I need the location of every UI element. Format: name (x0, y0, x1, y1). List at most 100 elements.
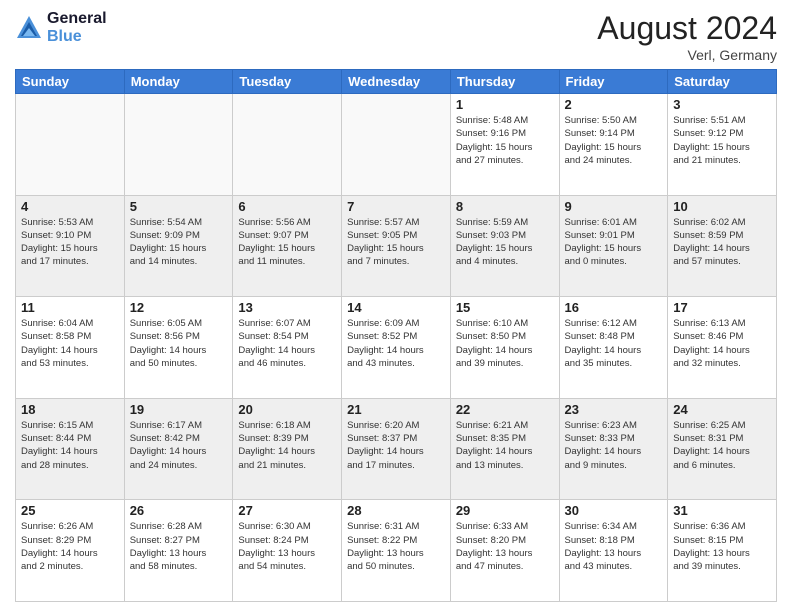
day-number: 20 (238, 402, 336, 417)
day-number: 4 (21, 199, 119, 214)
day-info: Sunrise: 5:54 AM Sunset: 9:09 PM Dayligh… (130, 216, 228, 269)
day-info: Sunrise: 6:31 AM Sunset: 8:22 PM Dayligh… (347, 520, 445, 573)
day-number: 3 (673, 97, 771, 112)
day-info: Sunrise: 5:59 AM Sunset: 9:03 PM Dayligh… (456, 216, 554, 269)
day-info: Sunrise: 6:18 AM Sunset: 8:39 PM Dayligh… (238, 419, 336, 472)
calendar-header-thursday: Thursday (450, 70, 559, 94)
day-info: Sunrise: 5:48 AM Sunset: 9:16 PM Dayligh… (456, 114, 554, 167)
calendar-cell: 10 Sunrise: 6:02 AM Sunset: 8:59 PM Dayli… (668, 195, 777, 297)
day-number: 16 (565, 300, 663, 315)
day-number: 26 (130, 503, 228, 518)
day-number: 30 (565, 503, 663, 518)
day-info: Sunrise: 6:26 AM Sunset: 8:29 PM Dayligh… (21, 520, 119, 573)
calendar-cell: 19 Sunrise: 6:17 AM Sunset: 8:42 PM Dayli… (124, 398, 233, 500)
day-info: Sunrise: 6:15 AM Sunset: 8:44 PM Dayligh… (21, 419, 119, 472)
week-row-3: 11Sunrise: 6:04 AM Sunset: 8:58 PM Dayli… (16, 297, 777, 399)
day-info: Sunrise: 6:13 AM Sunset: 8:46 PM Dayligh… (673, 317, 771, 370)
calendar-cell: 4 Sunrise: 5:53 AM Sunset: 9:10 PM Daylig… (16, 195, 125, 297)
day-info: Sunrise: 6:07 AM Sunset: 8:54 PM Dayligh… (238, 317, 336, 370)
logo: General Blue (15, 10, 107, 45)
calendar-header-monday: Monday (124, 70, 233, 94)
day-info: Sunrise: 6:12 AM Sunset: 8:48 PM Dayligh… (565, 317, 663, 370)
day-number: 6 (238, 199, 336, 214)
day-number: 21 (347, 402, 445, 417)
day-info: Sunrise: 6:05 AM Sunset: 8:56 PM Dayligh… (130, 317, 228, 370)
calendar-header-sunday: Sunday (16, 70, 125, 94)
day-info: Sunrise: 5:50 AM Sunset: 9:14 PM Dayligh… (565, 114, 663, 167)
calendar-cell: 23 Sunrise: 6:23 AM Sunset: 8:33 PM Dayli… (559, 398, 668, 500)
day-number: 12 (130, 300, 228, 315)
day-number: 23 (565, 402, 663, 417)
calendar-header-saturday: Saturday (668, 70, 777, 94)
day-number: 22 (456, 402, 554, 417)
day-number: 13 (238, 300, 336, 315)
month-title: August 2024 (597, 10, 777, 47)
day-info: Sunrise: 6:20 AM Sunset: 8:37 PM Dayligh… (347, 419, 445, 472)
calendar-cell (233, 94, 342, 196)
day-info: Sunrise: 6:28 AM Sunset: 8:27 PM Dayligh… (130, 520, 228, 573)
day-number: 8 (456, 199, 554, 214)
day-number: 2 (565, 97, 663, 112)
logo-text: General Blue (47, 10, 107, 45)
calendar-cell: 27Sunrise: 6:30 AM Sunset: 8:24 PM Dayli… (233, 500, 342, 602)
day-number: 25 (21, 503, 119, 518)
day-info: Sunrise: 6:17 AM Sunset: 8:42 PM Dayligh… (130, 419, 228, 472)
day-info: Sunrise: 6:36 AM Sunset: 8:15 PM Dayligh… (673, 520, 771, 573)
calendar-cell: 14Sunrise: 6:09 AM Sunset: 8:52 PM Dayli… (342, 297, 451, 399)
day-info: Sunrise: 6:10 AM Sunset: 8:50 PM Dayligh… (456, 317, 554, 370)
day-number: 28 (347, 503, 445, 518)
day-info: Sunrise: 6:23 AM Sunset: 8:33 PM Dayligh… (565, 419, 663, 472)
logo-icon (15, 14, 43, 42)
day-info: Sunrise: 6:25 AM Sunset: 8:31 PM Dayligh… (673, 419, 771, 472)
calendar-cell: 7 Sunrise: 5:57 AM Sunset: 9:05 PM Daylig… (342, 195, 451, 297)
calendar-header-wednesday: Wednesday (342, 70, 451, 94)
calendar-cell: 24 Sunrise: 6:25 AM Sunset: 8:31 PM Dayli… (668, 398, 777, 500)
day-number: 29 (456, 503, 554, 518)
day-number: 24 (673, 402, 771, 417)
week-row-1: 1Sunrise: 5:48 AM Sunset: 9:16 PM Daylig… (16, 94, 777, 196)
day-info: Sunrise: 6:02 AM Sunset: 8:59 PM Dayligh… (673, 216, 771, 269)
calendar-cell: 11Sunrise: 6:04 AM Sunset: 8:58 PM Dayli… (16, 297, 125, 399)
day-info: Sunrise: 5:56 AM Sunset: 9:07 PM Dayligh… (238, 216, 336, 269)
day-number: 27 (238, 503, 336, 518)
day-number: 7 (347, 199, 445, 214)
calendar-cell: 26 Sunrise: 6:28 AM Sunset: 8:27 PM Dayli… (124, 500, 233, 602)
day-number: 18 (21, 402, 119, 417)
calendar-cell: 5 Sunrise: 5:54 AM Sunset: 9:09 PM Daylig… (124, 195, 233, 297)
calendar-cell (342, 94, 451, 196)
day-info: Sunrise: 5:57 AM Sunset: 9:05 PM Dayligh… (347, 216, 445, 269)
location: Verl, Germany (597, 47, 777, 63)
page: General Blue August 2024 Verl, Germany S… (0, 0, 792, 612)
day-info: Sunrise: 6:04 AM Sunset: 8:58 PM Dayligh… (21, 317, 119, 370)
calendar-cell: 20 Sunrise: 6:18 AM Sunset: 8:39 PM Dayli… (233, 398, 342, 500)
calendar-header-row: SundayMondayTuesdayWednesdayThursdayFrid… (16, 70, 777, 94)
day-info: Sunrise: 6:01 AM Sunset: 9:01 PM Dayligh… (565, 216, 663, 269)
calendar-cell: 15 Sunrise: 6:10 AM Sunset: 8:50 PM Dayli… (450, 297, 559, 399)
calendar-cell: 29 Sunrise: 6:33 AM Sunset: 8:20 PM Dayli… (450, 500, 559, 602)
title-block: August 2024 Verl, Germany (597, 10, 777, 63)
calendar-cell (16, 94, 125, 196)
calendar-cell: 18 Sunrise: 6:15 AM Sunset: 8:44 PM Dayli… (16, 398, 125, 500)
calendar-cell: 28 Sunrise: 6:31 AM Sunset: 8:22 PM Dayli… (342, 500, 451, 602)
day-number: 19 (130, 402, 228, 417)
calendar: SundayMondayTuesdayWednesdayThursdayFrid… (15, 69, 777, 602)
calendar-cell (124, 94, 233, 196)
calendar-cell: 30 Sunrise: 6:34 AM Sunset: 8:18 PM Dayli… (559, 500, 668, 602)
calendar-cell: 9Sunrise: 6:01 AM Sunset: 9:01 PM Daylig… (559, 195, 668, 297)
day-info: Sunrise: 5:51 AM Sunset: 9:12 PM Dayligh… (673, 114, 771, 167)
day-info: Sunrise: 6:09 AM Sunset: 8:52 PM Dayligh… (347, 317, 445, 370)
day-info: Sunrise: 5:53 AM Sunset: 9:10 PM Dayligh… (21, 216, 119, 269)
calendar-cell: 3 Sunrise: 5:51 AM Sunset: 9:12 PM Daylig… (668, 94, 777, 196)
day-number: 5 (130, 199, 228, 214)
calendar-cell: 21 Sunrise: 6:20 AM Sunset: 8:37 PM Dayli… (342, 398, 451, 500)
day-number: 15 (456, 300, 554, 315)
day-number: 10 (673, 199, 771, 214)
calendar-cell: 12 Sunrise: 6:05 AM Sunset: 8:56 PM Dayli… (124, 297, 233, 399)
calendar-cell: 17Sunrise: 6:13 AM Sunset: 8:46 PM Dayli… (668, 297, 777, 399)
calendar-cell: 8 Sunrise: 5:59 AM Sunset: 9:03 PM Daylig… (450, 195, 559, 297)
calendar-cell: 16 Sunrise: 6:12 AM Sunset: 8:48 PM Dayli… (559, 297, 668, 399)
calendar-cell: 25 Sunrise: 6:26 AM Sunset: 8:29 PM Dayli… (16, 500, 125, 602)
calendar-cell: 22Sunrise: 6:21 AM Sunset: 8:35 PM Dayli… (450, 398, 559, 500)
day-info: Sunrise: 6:34 AM Sunset: 8:18 PM Dayligh… (565, 520, 663, 573)
day-info: Sunrise: 6:33 AM Sunset: 8:20 PM Dayligh… (456, 520, 554, 573)
